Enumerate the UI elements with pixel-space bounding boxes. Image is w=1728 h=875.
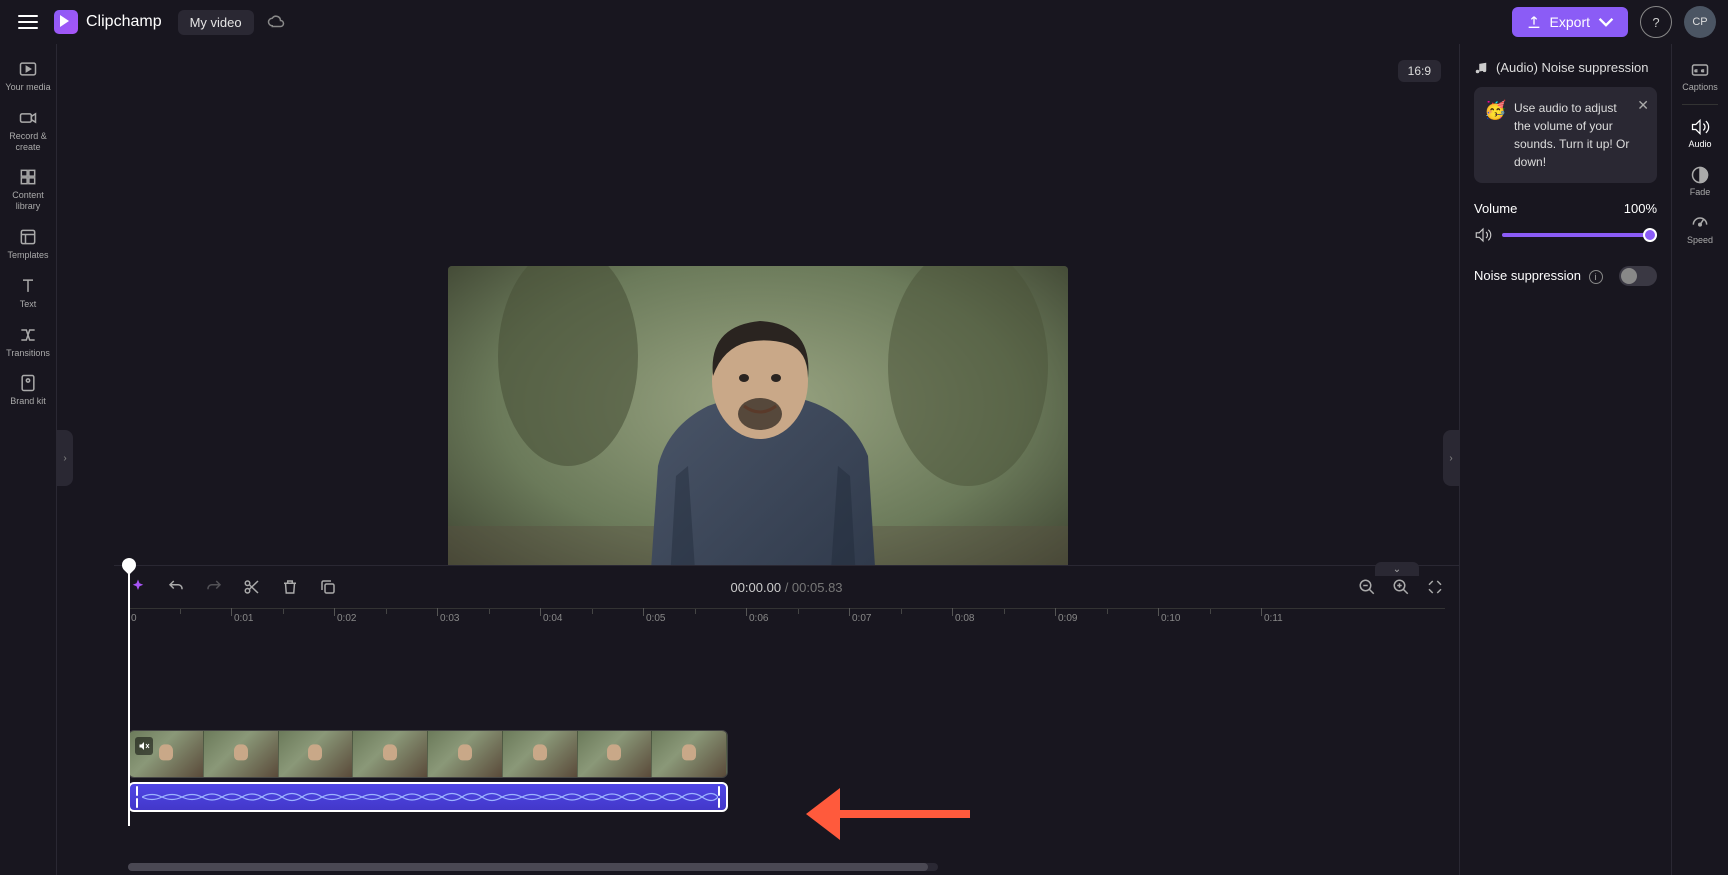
project-title[interactable]: My video xyxy=(178,10,254,35)
video-clip[interactable] xyxy=(128,730,728,778)
noise-suppression-toggle[interactable] xyxy=(1619,266,1657,286)
templates-icon xyxy=(17,226,39,248)
menu-button[interactable] xyxy=(12,6,44,38)
audio-icon xyxy=(1690,117,1710,137)
export-label: Export xyxy=(1550,14,1590,30)
speed-icon xyxy=(1690,213,1710,233)
timeline-toolbar: 00:00.00 / 00:05.83 xyxy=(114,566,1459,608)
export-button[interactable]: Export xyxy=(1512,7,1628,37)
sidebar-item-text[interactable]: Text xyxy=(1,269,56,316)
clipchamp-icon xyxy=(54,10,78,34)
waveform xyxy=(142,790,718,804)
undo-button[interactable] xyxy=(166,577,186,597)
sidebar-item-your-media[interactable]: Your media xyxy=(1,52,56,99)
sidebar-item-record[interactable]: Record & create xyxy=(1,101,56,159)
chevron-down-icon xyxy=(1598,14,1614,30)
zoom-out-button[interactable] xyxy=(1357,577,1377,597)
right-sidebar: Captions Audio Fade Speed xyxy=(1671,44,1728,875)
redo-button[interactable] xyxy=(204,577,224,597)
volume-label: Volume xyxy=(1474,201,1517,216)
upload-icon xyxy=(1526,14,1542,30)
tip-box: 🥳 Use audio to adjust the volume of your… xyxy=(1474,87,1657,183)
sidebar-item-transitions[interactable]: Transitions xyxy=(1,318,56,365)
left-sidebar: Your media Record & create Content libra… xyxy=(0,44,57,875)
far-item-audio[interactable]: Audio xyxy=(1673,109,1728,157)
panel-header: (Audio) Noise suppression xyxy=(1474,60,1657,75)
noise-suppression-row: Noise suppression i xyxy=(1474,266,1657,286)
collapse-right-panel[interactable]: › xyxy=(1443,430,1459,486)
audio-properties-panel: (Audio) Noise suppression 🥳 Use audio to… xyxy=(1459,44,1671,875)
library-icon xyxy=(17,166,39,188)
sidebar-item-brand-kit[interactable]: Brand kit xyxy=(1,366,56,413)
volume-slider[interactable] xyxy=(1502,233,1657,237)
media-icon xyxy=(17,58,39,80)
party-emoji-icon: 🥳 xyxy=(1484,97,1506,124)
captions-icon xyxy=(1690,60,1710,80)
annotation-arrow xyxy=(806,788,970,840)
playhead[interactable] xyxy=(128,566,130,826)
timeline-tracks xyxy=(128,682,1445,862)
delete-button[interactable] xyxy=(280,577,300,597)
sidebar-item-content-library[interactable]: Content library xyxy=(1,160,56,218)
tip-close-button[interactable]: ✕ xyxy=(1637,95,1649,116)
timeline-ruler[interactable]: 00:010:020:030:040:050:060:070:080:090:1… xyxy=(128,608,1445,632)
far-item-speed[interactable]: Speed xyxy=(1673,205,1728,253)
sync-status-icon[interactable] xyxy=(266,12,286,32)
music-note-icon xyxy=(1474,61,1488,75)
video-preview[interactable] xyxy=(448,266,1068,614)
transitions-icon xyxy=(17,324,39,346)
volume-value: 100% xyxy=(1624,201,1657,216)
clip-mute-icon[interactable] xyxy=(135,737,153,755)
timeline-panel: ⌄ 00:00.00 / 00:05.83 00:010:020:030:040… xyxy=(114,565,1459,875)
aspect-ratio-button[interactable]: 16:9 xyxy=(1398,60,1441,82)
app-logo[interactable]: Clipchamp xyxy=(54,10,162,34)
sidebar-item-templates[interactable]: Templates xyxy=(1,220,56,267)
audio-clip-left-handle[interactable] xyxy=(133,786,141,808)
timeline-collapse-button[interactable]: ⌄ xyxy=(1375,562,1419,576)
zoom-in-button[interactable] xyxy=(1391,577,1411,597)
user-avatar[interactable]: CP xyxy=(1684,6,1716,38)
brand-kit-icon xyxy=(17,372,39,394)
top-bar: Clipchamp My video Export ? CP xyxy=(0,0,1728,44)
text-icon xyxy=(17,275,39,297)
help-button[interactable]: ? xyxy=(1640,6,1672,38)
speaker-icon[interactable] xyxy=(1474,226,1492,244)
timeline-timecode: 00:00.00 / 00:05.83 xyxy=(730,580,842,595)
duplicate-button[interactable] xyxy=(318,577,338,597)
far-item-captions[interactable]: Captions xyxy=(1673,52,1728,100)
ai-tool-button[interactable] xyxy=(128,577,148,597)
info-icon[interactable]: i xyxy=(1589,270,1603,284)
app-name: Clipchamp xyxy=(86,13,162,31)
audio-clip-right-handle[interactable] xyxy=(715,786,723,808)
record-icon xyxy=(17,107,39,129)
far-item-fade[interactable]: Fade xyxy=(1673,157,1728,205)
timeline-scrollbar[interactable] xyxy=(128,863,938,871)
split-button[interactable] xyxy=(242,577,262,597)
volume-row: Volume 100% xyxy=(1474,201,1657,216)
zoom-fit-button[interactable] xyxy=(1425,577,1445,597)
fade-icon xyxy=(1690,165,1710,185)
audio-clip[interactable] xyxy=(128,782,728,812)
